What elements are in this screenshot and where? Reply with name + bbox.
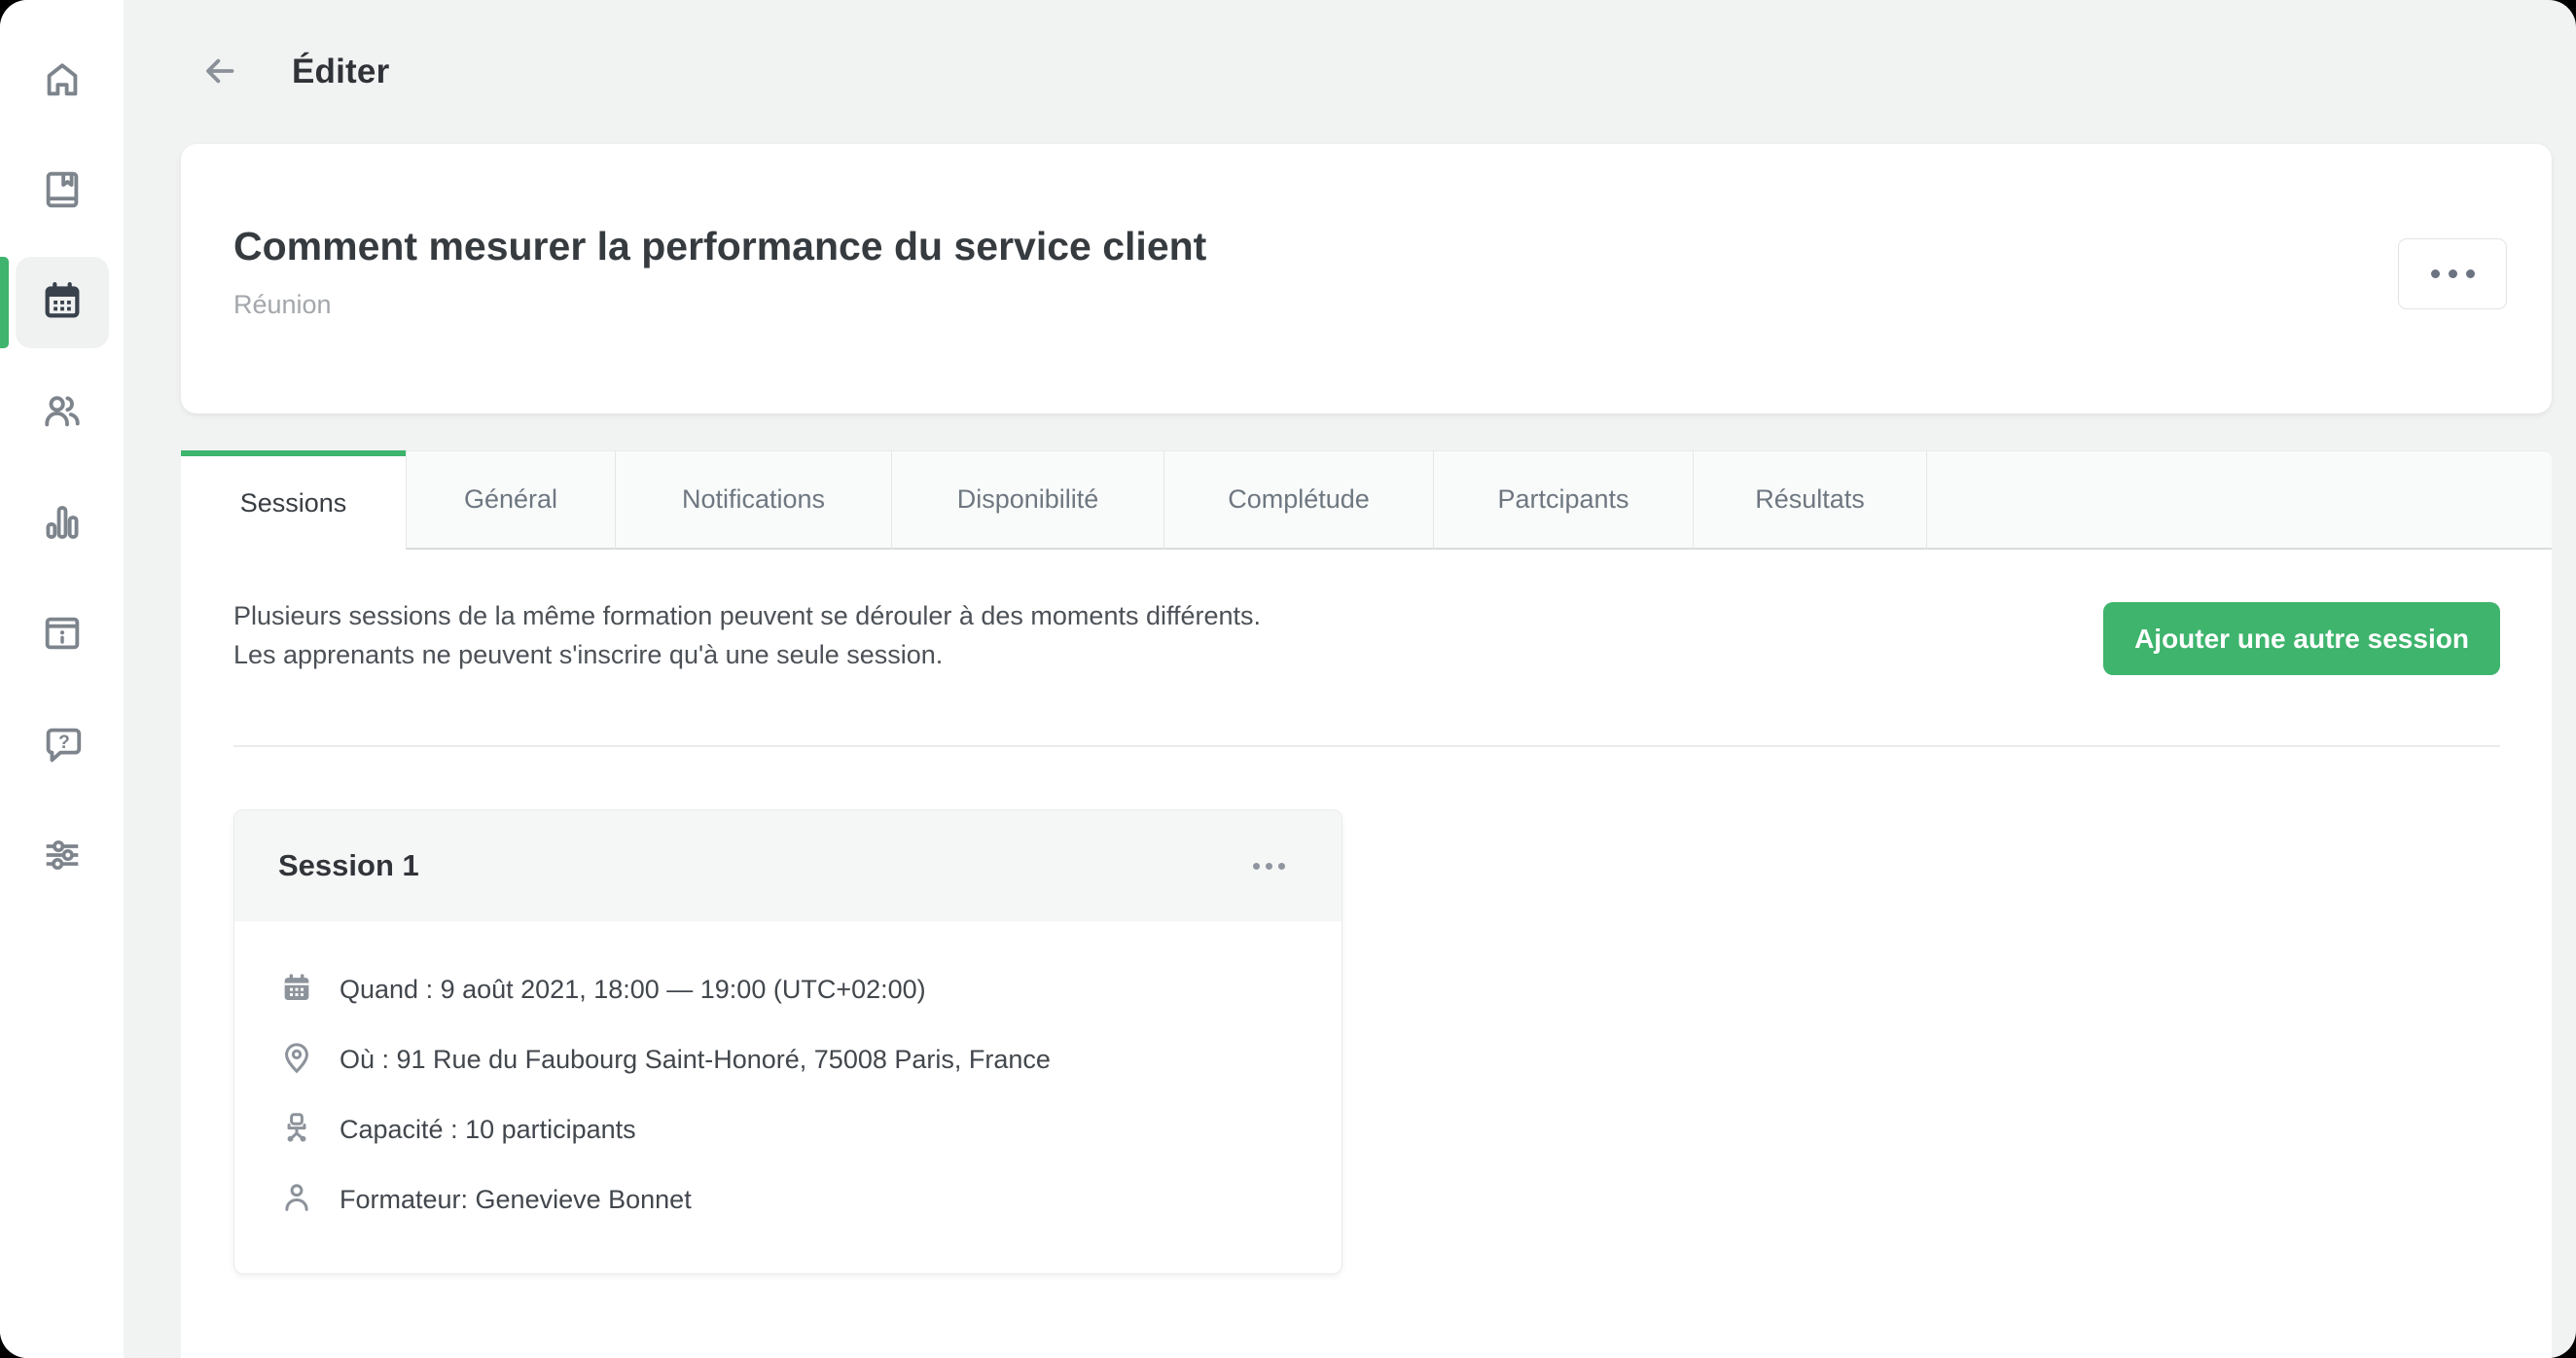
session-card-header: Session 1 [234, 810, 1342, 921]
calendar-icon [40, 278, 85, 328]
session-trainer-text: Formateur: Genevieve Bonnet [340, 1185, 692, 1215]
course-type-label: Réunion [233, 290, 2377, 320]
course-title-card: Comment mesurer la performance du servic… [181, 144, 2552, 413]
person-icon [278, 1179, 315, 1221]
tab-resultats[interactable]: Résultats [1693, 450, 1926, 550]
session-trainer-row: Formateur: Genevieve Bonnet [278, 1178, 1298, 1221]
intro-line-2: Les apprenants ne peuvent s'inscrire qu'… [233, 635, 1261, 674]
sidebar-item-settings[interactable] [16, 811, 109, 903]
course-more-button[interactable] [2398, 238, 2507, 309]
sidebar-item-book[interactable] [16, 146, 109, 237]
seat-icon [278, 1109, 315, 1151]
sidebar-item-home[interactable] [16, 35, 109, 126]
page-header: Éditer [181, 0, 2552, 144]
sidebar: ? [0, 0, 124, 1358]
ellipsis-icon [2431, 269, 2475, 278]
calendar-icon [278, 969, 315, 1011]
sidebar-item-info-card[interactable] [16, 590, 109, 681]
session-card: Session 1 Quand : 9 août 2021, 18:00 — 1… [233, 809, 1342, 1274]
sidebar-item-calendar[interactable] [16, 257, 109, 348]
ellipsis-icon [1253, 863, 1285, 870]
sessions-panel: Plusieurs sessions de la même formation … [181, 550, 2552, 1358]
main-area: Éditer Comment mesurer la performance du… [124, 0, 2576, 1358]
session-card-body: Quand : 9 août 2021, 18:00 — 19:00 (UTC+… [234, 921, 1342, 1273]
sliders-icon [40, 833, 85, 882]
session-where-row: Où : 91 Rue du Faubourg Saint-Honoré, 75… [278, 1038, 1298, 1081]
people-icon [40, 389, 85, 439]
sidebar-item-people[interactable] [16, 368, 109, 459]
tab-completude[interactable]: Complétude [1163, 450, 1433, 550]
session-more-button[interactable] [1243, 853, 1295, 879]
session-when-text: Quand : 9 août 2021, 18:00 — 19:00 (UTC+… [340, 975, 926, 1005]
tab-disponibilite[interactable]: Disponibilité [891, 450, 1163, 550]
tab-bar: Sessions Général Notifications Disponibi… [181, 450, 2552, 550]
info-card-icon [40, 611, 85, 661]
page-title: Éditer [292, 53, 389, 91]
back-button[interactable] [193, 45, 247, 99]
home-icon [40, 56, 85, 106]
intro-line-1: Plusieurs sessions de la même formation … [233, 596, 1261, 635]
sidebar-item-bar-chart[interactable] [16, 479, 109, 570]
session-where-text: Où : 91 Rue du Faubourg Saint-Honoré, 75… [340, 1045, 1051, 1075]
sidebar-item-help[interactable]: ? [16, 700, 109, 792]
tab-notifications[interactable]: Notifications [615, 450, 891, 550]
add-session-button[interactable]: Ajouter une autre session [2103, 602, 2500, 675]
tab-participants[interactable]: Partcipants [1433, 450, 1693, 550]
arrow-left-icon [200, 52, 239, 93]
sessions-intro-text: Plusieurs sessions de la même formation … [233, 596, 1261, 674]
sessions-intro-row: Plusieurs sessions de la même formation … [233, 596, 2500, 675]
help-bubble-icon: ? [40, 722, 85, 771]
course-title: Comment mesurer la performance du servic… [233, 222, 2377, 270]
tab-general[interactable]: Général [406, 450, 615, 550]
session-when-row: Quand : 9 août 2021, 18:00 — 19:00 (UTC+… [278, 968, 1298, 1011]
session-title: Session 1 [278, 848, 419, 883]
bar-chart-icon [40, 500, 85, 550]
book-icon [40, 167, 85, 217]
svg-text:?: ? [58, 732, 70, 752]
tab-bar-filler [1926, 450, 2552, 550]
app-window: ? Éditer Comment mesurer la performance … [0, 0, 2576, 1358]
session-capacity-text: Capacité : 10 participants [340, 1115, 636, 1145]
session-capacity-row: Capacité : 10 participants [278, 1108, 1298, 1151]
divider [233, 745, 2500, 747]
tab-sessions[interactable]: Sessions [181, 450, 406, 550]
location-pin-icon [278, 1039, 315, 1081]
